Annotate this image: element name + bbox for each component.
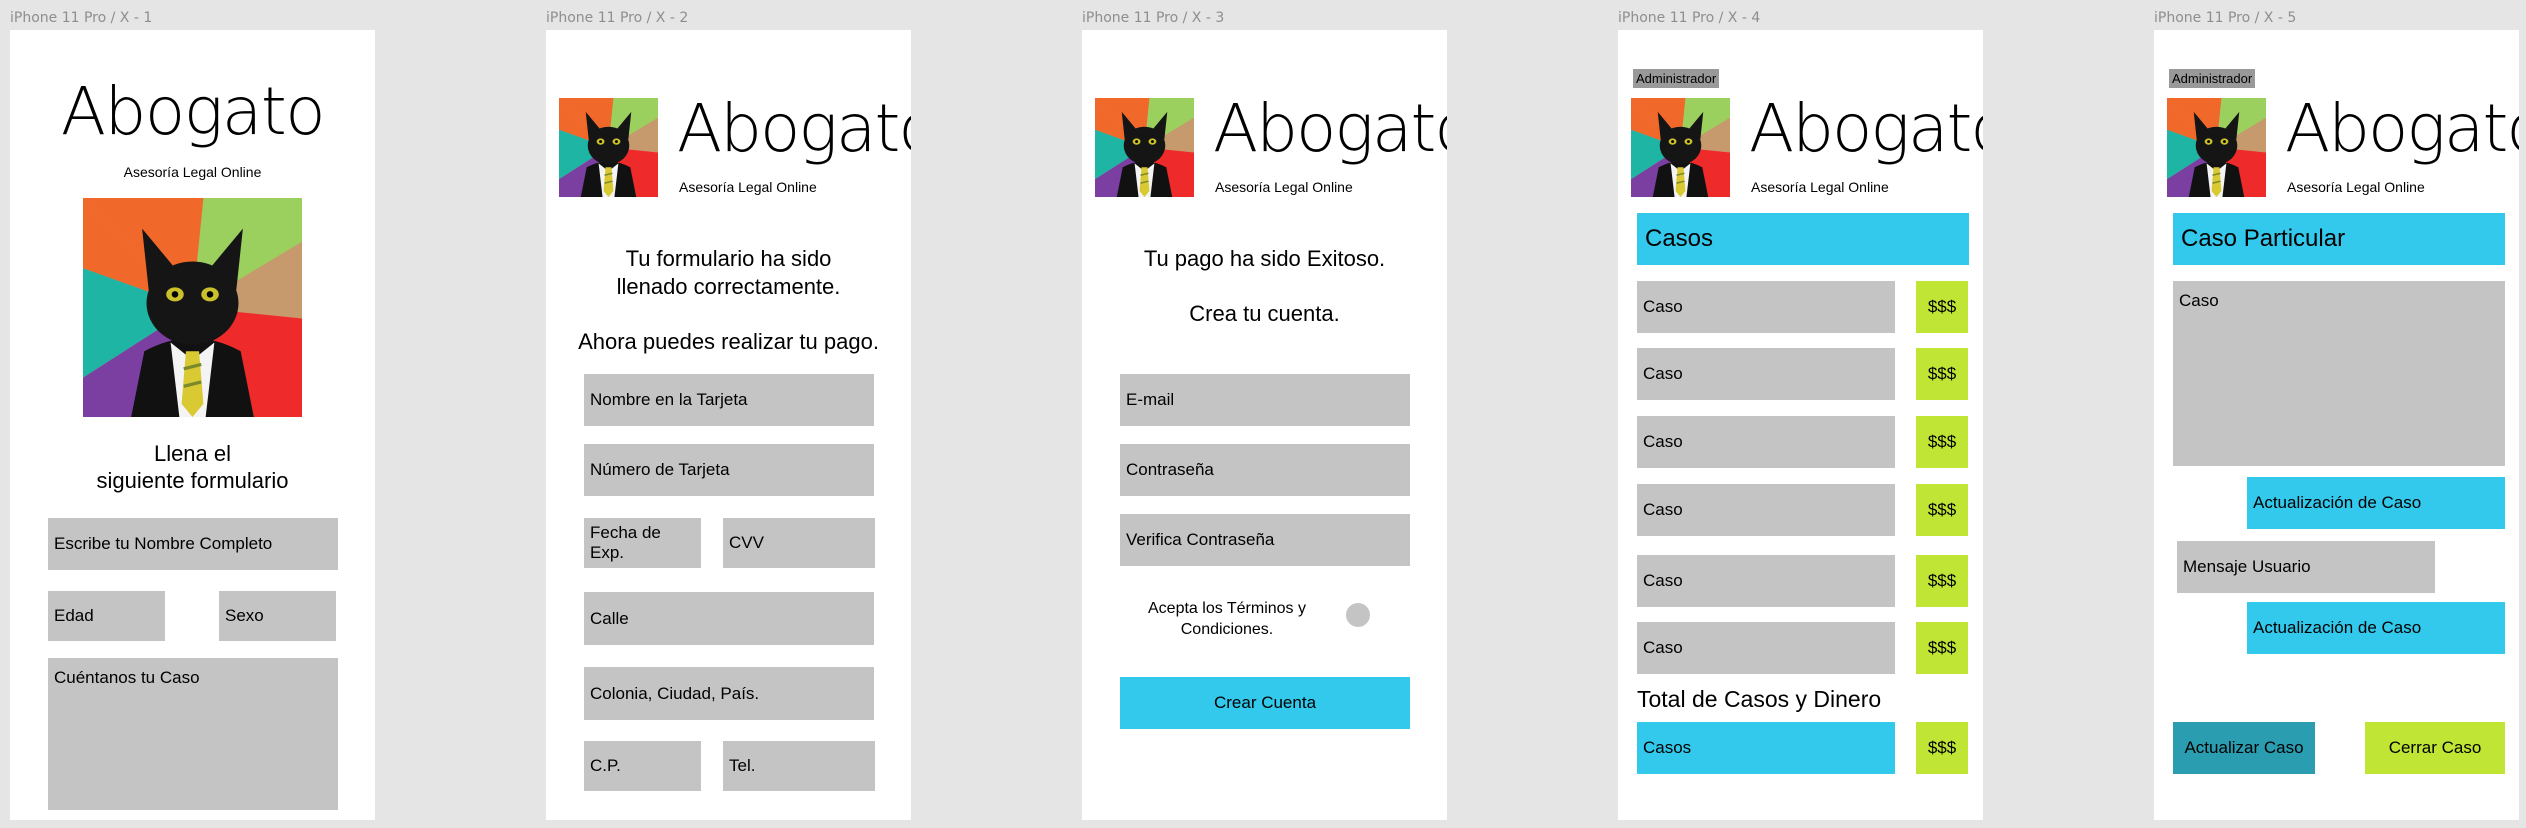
full-name-input[interactable]: Escribe tu Nombre Completo (48, 518, 338, 570)
admin-badge: Administrador (2169, 69, 2256, 88)
case-row-1[interactable]: Caso (1637, 281, 1895, 333)
frame-label-4: iPhone 11 Pro / X - 4 (1618, 10, 1761, 26)
brand-title: Abogato (677, 90, 911, 167)
brand-title: Abogato (1213, 90, 1447, 167)
case-amount-3[interactable]: $$$ (1916, 416, 1968, 468)
brand-tagline: Asesoría Legal Online (2287, 179, 2425, 195)
sex-input[interactable]: Sexo (219, 591, 336, 641)
business-cat-logo-icon (83, 198, 302, 417)
exp-date-input[interactable]: Fecha de Exp. (584, 518, 701, 568)
card-number-input[interactable]: Número de Tarjeta (584, 444, 874, 496)
street-input[interactable]: Calle (584, 592, 874, 645)
total-amount: $$$ (1916, 722, 1968, 774)
success-msg: Tu pago ha sido Exitoso. (1143, 246, 1386, 271)
cvv-input[interactable]: CVV (723, 518, 875, 568)
payment-msg-line1: Tu formulario ha sido (625, 246, 832, 271)
case-row-3[interactable]: Caso (1637, 416, 1895, 468)
password-input[interactable]: Contraseña (1120, 444, 1410, 496)
artboard-payment: Abogato Asesoría Legal Online Tu formula… (546, 30, 911, 820)
artboard-case-detail: Administrador Abogato Asesoría Legal Onl… (2154, 30, 2519, 820)
business-cat-logo-icon (2167, 98, 2266, 197)
zip-input[interactable]: C.P. (584, 741, 701, 791)
brand-tagline: Asesoría Legal Online (679, 179, 817, 195)
email-input[interactable]: E-mail (1120, 374, 1410, 426)
case-amount-4[interactable]: $$$ (1916, 484, 1968, 536)
create-account-msg: Crea tu cuenta. (1189, 301, 1340, 326)
brand-tagline: Asesoría Legal Online (123, 164, 262, 180)
case-update-1: Actualización de Caso (2247, 477, 2505, 529)
business-cat-logo-icon (1095, 98, 1194, 197)
update-case-button[interactable]: Actualizar Caso (2173, 722, 2315, 774)
terms-label-line2: Condiciones. (1180, 621, 1274, 638)
business-cat-logo-icon (559, 98, 658, 197)
create-account-button[interactable]: Crear Cuenta (1120, 677, 1410, 729)
user-message: Mensaje Usuario (2177, 541, 2435, 593)
totals-title: Total de Casos y Dinero (1637, 686, 1882, 712)
case-amount-6[interactable]: $$$ (1916, 622, 1968, 674)
close-case-button[interactable]: Cerrar Caso (2365, 722, 2505, 774)
frame-label-5: iPhone 11 Pro / X - 5 (2154, 10, 2297, 26)
artboard-form: Abogato Asesoría Legal Online Llena el s… (10, 30, 375, 820)
frame-label-2: iPhone 11 Pro / X - 2 (546, 10, 689, 26)
terms-toggle[interactable] (1346, 603, 1370, 627)
case-row-4[interactable]: Caso (1637, 484, 1895, 536)
confirm-password-input[interactable]: Verifica Contraseña (1120, 514, 1410, 566)
card-name-input[interactable]: Nombre en la Tarjeta (584, 374, 874, 426)
payment-msg-line2: llenado correctamente. (616, 274, 841, 299)
payment-msg-line3: Ahora puedes realizar tu pago. (578, 329, 879, 354)
case-amount-5[interactable]: $$$ (1916, 555, 1968, 607)
form-heading-line2: siguiente formulario (96, 468, 289, 493)
case-amount-1[interactable]: $$$ (1916, 281, 1968, 333)
brand-tagline: Asesoría Legal Online (1751, 179, 1889, 195)
colony-city-country-input[interactable]: Colonia, Ciudad, País. (584, 667, 874, 720)
brand-title: Abogato (60, 73, 326, 150)
brand-tagline: Asesoría Legal Online (1215, 179, 1353, 195)
brand-title: Abogato (1749, 90, 1983, 167)
frame-label-3: iPhone 11 Pro / X - 3 (1082, 10, 1225, 26)
brand-title: Abogato (2285, 90, 2519, 167)
cases-section-title: Casos (1637, 213, 1969, 265)
phone-input[interactable]: Tel. (723, 741, 875, 791)
artboard-create-account: Abogato Asesoría Legal Online Tu pago ha… (1082, 30, 1447, 820)
case-row-2[interactable]: Caso (1637, 348, 1895, 400)
frame-label-1: iPhone 11 Pro / X - 1 (10, 10, 153, 26)
business-cat-logo-icon (1631, 98, 1730, 197)
artboard-admin-cases: Administrador Abogato Asesoría Legal Onl… (1618, 30, 1983, 820)
total-cases: Casos (1637, 722, 1895, 774)
case-row-5[interactable]: Caso (1637, 555, 1895, 607)
form-heading-line1: Llena el (153, 441, 232, 466)
terms-label-line1: Acepta los Términos y (1148, 600, 1306, 617)
case-amount-2[interactable]: $$$ (1916, 348, 1968, 400)
case-detail-text: Caso (2173, 281, 2505, 466)
case-row-6[interactable]: Caso (1637, 622, 1895, 674)
admin-badge: Administrador (1633, 69, 1720, 88)
case-update-2: Actualización de Caso (2247, 602, 2505, 654)
age-input[interactable]: Edad (48, 591, 165, 641)
case-detail-title: Caso Particular (2173, 213, 2505, 265)
case-description-textarea[interactable]: Cuéntanos tu Caso (48, 658, 338, 810)
